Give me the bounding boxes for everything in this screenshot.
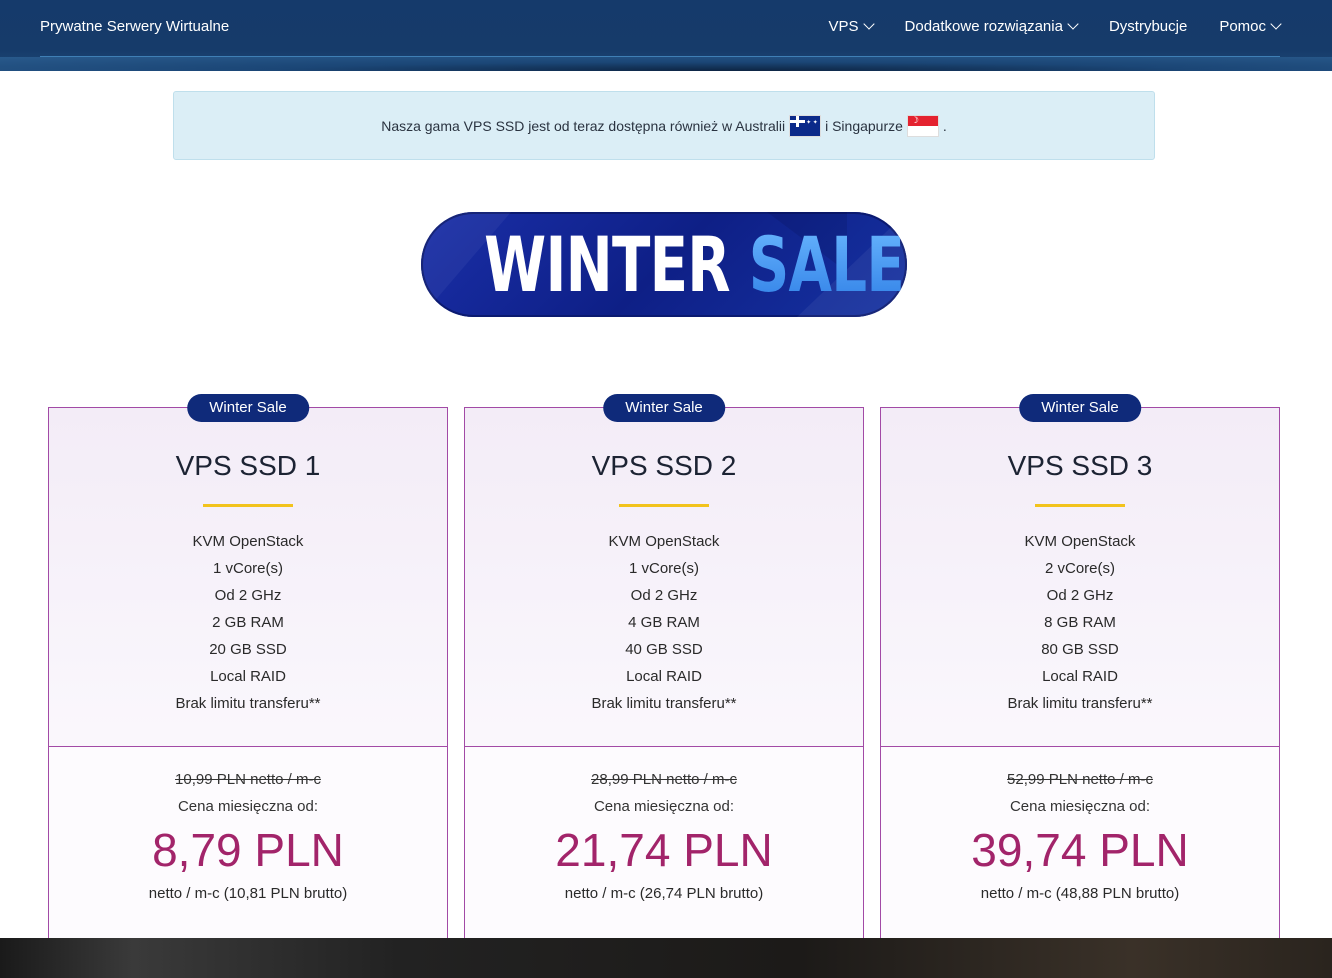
notice-text: Nasza gama VPS SSD jest od teraz dostępn… (381, 117, 786, 134)
nav-item-vps[interactable]: VPS (828, 18, 875, 35)
feature-item: Od 2 GHz (214, 587, 282, 604)
nav-item-distributions[interactable]: Dystrybucje (1109, 18, 1187, 35)
feature-item: 8 GB RAM (1044, 614, 1116, 631)
price-from-label: Cena miesięczna od: (177, 798, 319, 815)
feature-item: 4 GB RAM (628, 614, 700, 631)
price-from-label: Cena miesięczna od: (593, 798, 735, 815)
feature-item: Local RAID (1042, 668, 1118, 685)
winter-sale-banner[interactable]: WINTER SALE (421, 212, 907, 317)
feature-list: KVM OpenStack 1 vCore(s) Od 2 GHz 2 GB R… (49, 528, 447, 717)
price-section: 28,99 PLN netto / m-c Cena miesięczna od… (465, 747, 863, 946)
price-from-label: Cena miesięczna od: (1009, 798, 1151, 815)
footer-image-strip (0, 938, 1332, 978)
feature-item: Brak limitu transferu** (591, 695, 737, 712)
notice-text: i Singapurze (825, 117, 903, 134)
title-accent-line (619, 504, 709, 507)
sale-badge: Winter Sale (603, 394, 725, 422)
sale-badge: Winter Sale (187, 394, 309, 422)
feature-item: KVM OpenStack (192, 533, 304, 550)
feature-item: 20 GB SSD (209, 641, 287, 658)
feature-item: KVM OpenStack (1024, 533, 1136, 550)
feature-item: 1 vCore(s) (628, 560, 699, 577)
feature-item: Brak limitu transferu** (1007, 695, 1153, 712)
title-accent-line (1035, 504, 1125, 507)
singapore-flag-icon (906, 114, 939, 137)
old-price: 10,99 PLN netto / m-c (175, 771, 321, 788)
plan-card-vps-ssd-1[interactable]: Winter Sale VPS SSD 1 KVM OpenStack 1 vC… (48, 394, 448, 947)
feature-item: Local RAID (626, 668, 702, 685)
current-price: 21,74 PLN (555, 824, 773, 876)
old-price: 28,99 PLN netto / m-c (591, 771, 737, 788)
feature-item: Od 2 GHz (630, 587, 698, 604)
plan-title: VPS SSD 2 (591, 450, 737, 481)
banner-word-winter: WINTER (484, 220, 730, 309)
chevron-down-icon (1067, 18, 1079, 30)
price-net-note: netto / m-c (10,81 PLN brutto) (148, 885, 348, 902)
plan-card-vps-ssd-2[interactable]: Winter Sale VPS SSD 2 KVM OpenStack 1 vC… (464, 394, 864, 947)
availability-notice: Nasza gama VPS SSD jest od teraz dostępn… (173, 91, 1155, 160)
price-net-note: netto / m-c (26,74 PLN brutto) (564, 885, 764, 902)
notice-text: . (942, 117, 947, 134)
nav-item-label: Dystrybucje (1108, 18, 1188, 35)
nav-item-label: Dodatkowe rozwiązania (904, 18, 1063, 35)
old-price: 52,99 PLN netto / m-c (1007, 771, 1153, 788)
title-accent-line (203, 504, 293, 507)
price-net-note: netto / m-c (48,88 PLN brutto) (980, 885, 1180, 902)
feature-item: Local RAID (210, 668, 286, 685)
nav-item-label: Pomoc (1219, 18, 1266, 35)
feature-item: 1 vCore(s) (212, 560, 283, 577)
nav-item-help[interactable]: Pomoc (1219, 18, 1282, 35)
feature-list: KVM OpenStack 1 vCore(s) Od 2 GHz 4 GB R… (465, 528, 863, 717)
plan-title: VPS SSD 3 (1007, 450, 1153, 481)
banner-title: WINTER SALE (484, 220, 905, 309)
feature-list: KVM OpenStack 2 vCore(s) Od 2 GHz 8 GB R… (881, 528, 1279, 717)
plan-card-vps-ssd-3[interactable]: Winter Sale VPS SSD 3 KVM OpenStack 2 vC… (880, 394, 1280, 947)
price-section: 10,99 PLN netto / m-c Cena miesięczna od… (49, 747, 447, 946)
australia-flag-icon (789, 114, 822, 137)
site-header: Prywatne Serwery Wirtualne VPS Dodatkowe… (0, 0, 1332, 71)
price-section: 52,99 PLN netto / m-c Cena miesięczna od… (881, 747, 1279, 946)
feature-item: 40 GB SSD (625, 641, 703, 658)
banner-word-sale: SALE (748, 220, 905, 309)
sale-badge: Winter Sale (1019, 394, 1141, 422)
chevron-down-icon (1270, 18, 1282, 30)
nav-item-label: VPS (828, 18, 859, 35)
current-price: 39,74 PLN (971, 824, 1189, 876)
current-price: 8,79 PLN (152, 824, 344, 876)
plan-title: VPS SSD 1 (175, 450, 321, 481)
site-brand[interactable]: Prywatne Serwery Wirtualne (40, 18, 229, 35)
hero-image-strip (0, 57, 1332, 71)
main-nav: VPS Dodatkowe rozwiązania Dystrybucje Po… (828, 18, 1282, 35)
nav-item-additional-solutions[interactable]: Dodatkowe rozwiązania (904, 18, 1079, 35)
chevron-down-icon (862, 18, 875, 30)
feature-item: Brak limitu transferu** (175, 695, 321, 712)
header-divider (40, 56, 1280, 57)
feature-item: 2 vCore(s) (1044, 560, 1115, 577)
feature-item: 2 GB RAM (212, 614, 284, 631)
feature-item: KVM OpenStack (608, 533, 720, 550)
feature-item: 80 GB SSD (1041, 641, 1119, 658)
feature-item: Od 2 GHz (1046, 587, 1114, 604)
